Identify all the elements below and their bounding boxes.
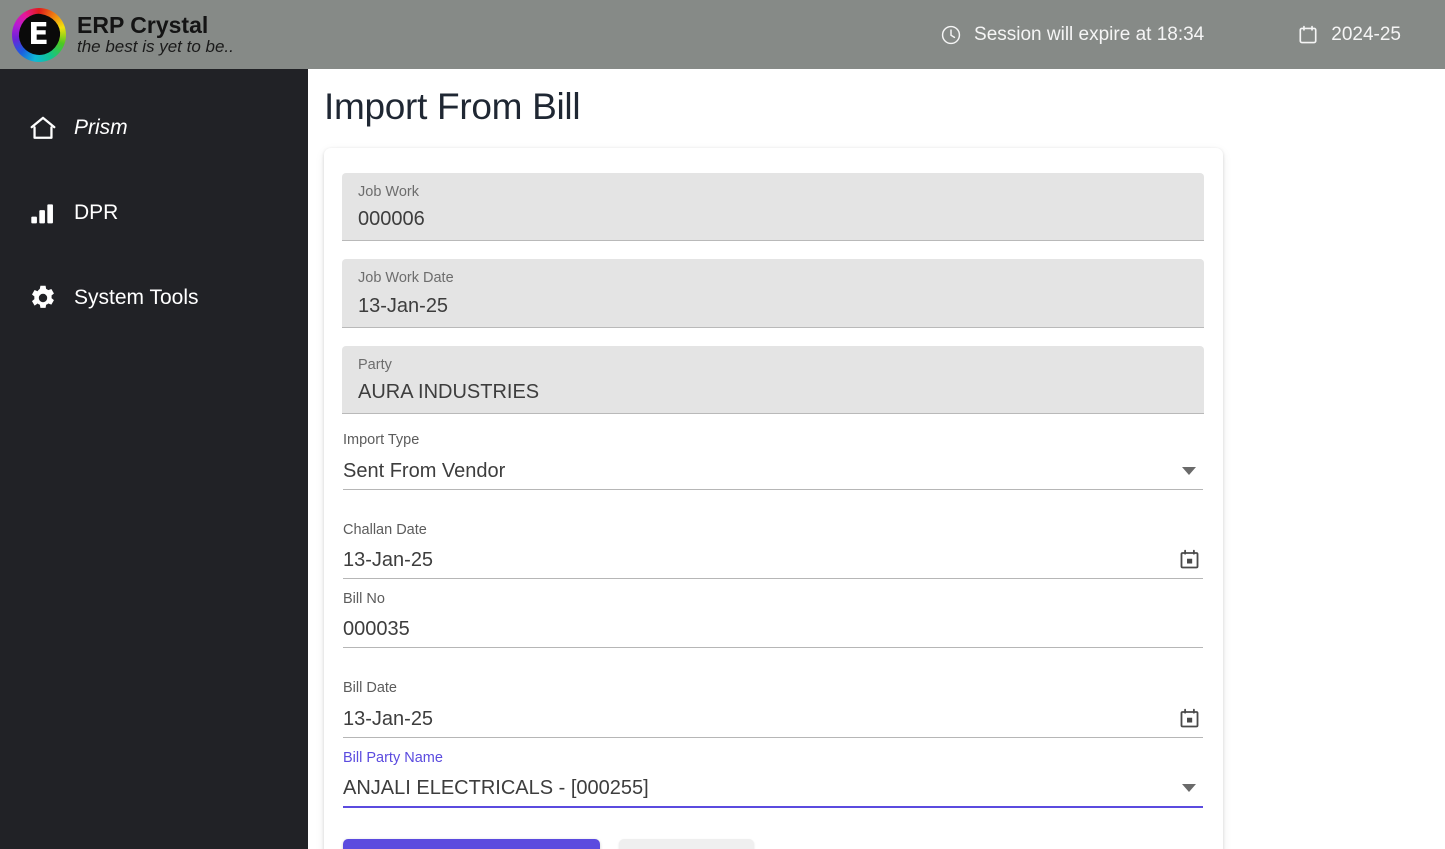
top-header-bar: E ERP Crystal the best is yet to be.. Se… — [0, 0, 1445, 69]
job-work-label: Job Work — [358, 184, 419, 200]
bill-date-label: Bill Date — [343, 680, 397, 697]
calendar-icon[interactable] — [1177, 548, 1201, 572]
challan-date-label: Challan Date — [343, 521, 427, 538]
back-button[interactable]: BACK — [619, 839, 754, 849]
import-from-bill-card: Job Work 000006 Job Work Date 13-Jan-25 … — [324, 148, 1223, 849]
brand-text-block: ERP Crystal the best is yet to be.. — [77, 13, 234, 56]
bill-party-name-select[interactable]: Bill Party Name ANJALI ELECTRICALS - [00… — [343, 749, 1203, 809]
bill-date-value: 13-Jan-25 — [343, 707, 434, 730]
import-type-value: Sent From Vendor — [343, 459, 506, 482]
sidebar-item-label-system-tools: System Tools — [74, 286, 199, 309]
sidebar-item-system-tools[interactable]: System Tools — [0, 275, 308, 321]
app-root: E ERP Crystal the best is yet to be.. Se… — [0, 0, 1445, 849]
sidebar-item-label-dpr: DPR — [74, 201, 119, 224]
brand-tagline: the best is yet to be.. — [77, 37, 234, 57]
create-from-bill-button[interactable]: CREATE FROM BILL — [343, 839, 601, 849]
party-value: AURA INDUSTRIES — [358, 381, 540, 404]
party-field: Party AURA INDUSTRIES — [342, 345, 1204, 415]
bill-party-name-label: Bill Party Name — [343, 749, 443, 766]
chevron-down-icon[interactable] — [1177, 459, 1201, 483]
challan-date-value: 13-Jan-25 — [343, 548, 434, 571]
job-work-date-value: 13-Jan-25 — [358, 294, 449, 317]
challan-date-input[interactable]: Challan Date 13-Jan-25 — [343, 522, 1203, 579]
sidebar-item-prism[interactable]: Prism — [0, 105, 308, 151]
sidebar-item-dpr[interactable]: DPR — [0, 190, 308, 236]
calendar-icon[interactable] — [1177, 707, 1201, 731]
erp-crystal-logo: E — [10, 6, 68, 64]
bill-party-name-value: ANJALI ELECTRICALS - [000255] — [343, 777, 649, 800]
party-label: Party — [358, 356, 392, 373]
job-work-date-field: Job Work Date 13-Jan-25 — [342, 259, 1204, 328]
logo-letter: E — [28, 17, 49, 52]
bill-date-input[interactable]: Bill Date 13-Jan-25 — [343, 680, 1203, 738]
chevron-down-icon[interactable] — [1177, 776, 1201, 800]
sidebar-nav: Prism DPR System Tools — [0, 69, 308, 849]
sidebar-item-label-prism: Prism — [74, 116, 128, 139]
fiscal-year-text: 2024-25 — [1331, 23, 1401, 45]
job-work-field: Job Work 000006 — [342, 173, 1204, 242]
bar-chart-icon — [28, 198, 62, 228]
session-expiry-indicator: Session will expire at 18:34 — [939, 23, 1204, 47]
brand-logo-block[interactable]: E ERP Crystal the best is yet to be.. — [0, 0, 234, 69]
import-type-label: Import Type — [343, 432, 420, 449]
job-work-value: 000006 — [358, 208, 425, 231]
job-work-date-label: Job Work Date — [358, 270, 454, 287]
page-title: Import From Bill — [324, 86, 581, 127]
bill-no-label: Bill No — [343, 590, 385, 607]
main-content: Import From Bill Job Work 000006 Job Wor… — [308, 69, 1445, 849]
gear-icon — [28, 283, 62, 313]
bill-no-input[interactable]: Bill No 000035 — [343, 590, 1203, 649]
import-type-select[interactable]: Import Type Sent From Vendor — [343, 432, 1203, 490]
session-expiry-text: Session will expire at 18:34 — [974, 23, 1205, 45]
clock-icon — [939, 23, 963, 47]
bill-no-value: 000035 — [343, 618, 410, 641]
calendar-icon — [1296, 23, 1320, 47]
fiscal-year-selector[interactable]: 2024-25 — [1296, 23, 1401, 47]
home-icon — [28, 113, 62, 143]
brand-title: ERP Crystal — [77, 12, 209, 38]
form-action-buttons: CREATE FROM BILL BACK — [343, 839, 1206, 849]
header-right-group: Session will expire at 18:34 2024-25 — [939, 23, 1445, 47]
